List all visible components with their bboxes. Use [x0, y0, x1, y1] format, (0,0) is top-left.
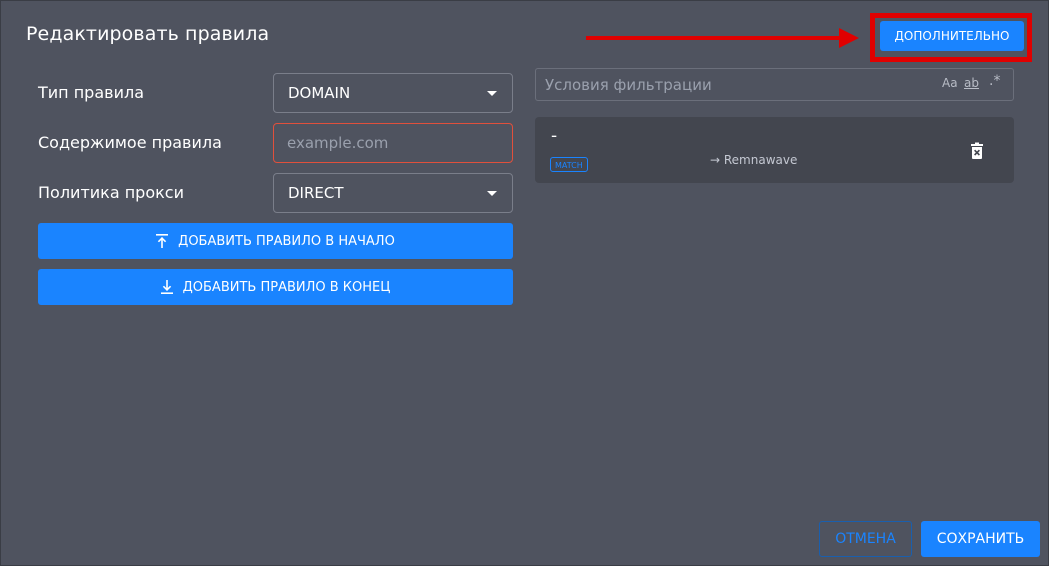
save-button[interactable]: СОХРАНИТЬ — [921, 521, 1040, 557]
add-rule-to-end-label: ДОБАВИТЬ ПРАВИЛО В КОНЕЦ — [182, 279, 391, 295]
rule-item[interactable]: - MATCH → Remnawave — [535, 117, 1014, 183]
match-case-toggle[interactable]: Aa — [942, 76, 958, 90]
cancel-button[interactable]: ОТМЕНА — [819, 521, 912, 557]
filter-input[interactable] — [545, 69, 925, 100]
trash-icon — [966, 142, 988, 166]
annotation-arrow-head — [839, 28, 859, 48]
chevron-down-icon — [487, 191, 497, 196]
add-rule-to-start-button[interactable]: ДОБАВИТЬ ПРАВИЛО В НАЧАЛО — [38, 223, 513, 259]
proxy-policy-value: DIRECT — [288, 184, 344, 202]
delete-rule-button[interactable] — [966, 140, 988, 162]
vertical-align-bottom-icon — [160, 280, 173, 294]
rule-type-badge: MATCH — [550, 157, 588, 172]
filter-box: Aa ab .* — [535, 68, 1014, 101]
dialog-title: Редактировать правила — [26, 23, 270, 45]
proxy-policy-select[interactable]: DIRECT — [273, 173, 513, 213]
add-rule-to-start-label: ДОБАВИТЬ ПРАВИЛО В НАЧАЛО — [178, 233, 395, 249]
regex-toggle[interactable]: .* — [989, 73, 1000, 89]
rule-target: → Remnawave — [710, 153, 798, 167]
add-rule-to-end-button[interactable]: ДОБАВИТЬ ПРАВИЛО В КОНЕЦ — [38, 269, 513, 305]
rule-type-value: DOMAIN — [288, 84, 351, 102]
match-whole-word-toggle[interactable]: ab — [964, 76, 979, 90]
rule-item-title: - — [551, 126, 558, 146]
rule-content-input[interactable] — [273, 123, 513, 163]
vertical-align-top-icon — [156, 234, 169, 248]
rule-type-label: Тип правила — [38, 83, 144, 102]
edit-rules-dialog: Редактировать правила ДОПОЛНИТЕЛЬНО Тип … — [0, 0, 1049, 566]
advanced-button[interactable]: ДОПОЛНИТЕЛЬНО — [880, 21, 1024, 51]
chevron-down-icon — [487, 91, 497, 96]
rule-content-label: Содержимое правила — [38, 133, 222, 152]
rule-type-select[interactable]: DOMAIN — [273, 73, 513, 113]
proxy-policy-label: Политика прокси — [38, 183, 184, 202]
annotation-arrow-line — [586, 36, 841, 40]
